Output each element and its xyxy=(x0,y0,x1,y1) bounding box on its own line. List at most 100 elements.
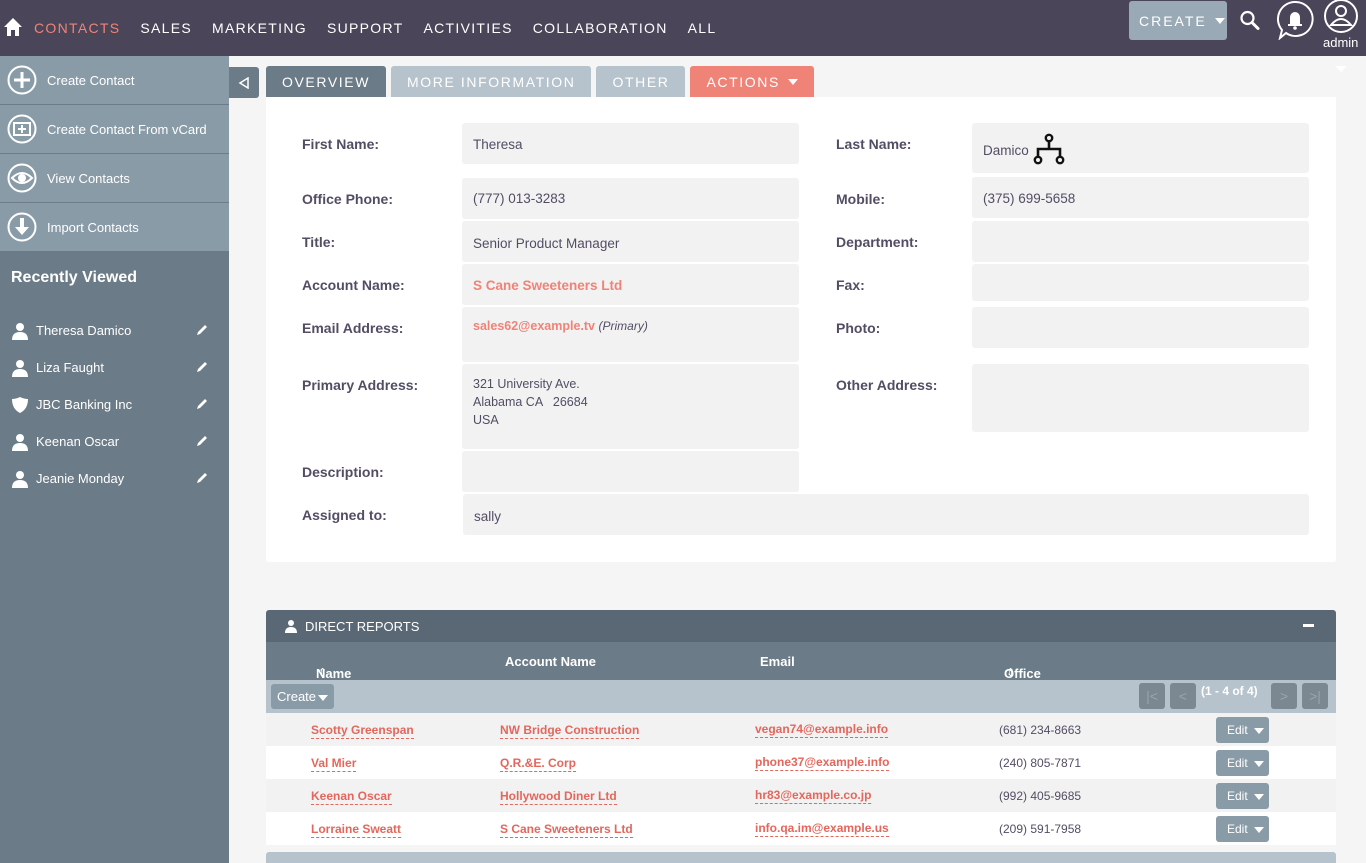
sidebar-create-contact-vcard[interactable]: Create Contact From vCard xyxy=(0,105,229,154)
notification-bell-icon[interactable] xyxy=(1276,0,1314,40)
tab-overview[interactable]: OVERVIEW xyxy=(266,66,387,97)
recently-viewed-list: Theresa Damico Liza Faught JBC Banking I… xyxy=(0,312,229,497)
office-phone-label: Office Phone: xyxy=(302,191,394,207)
collapse-minus-icon[interactable] xyxy=(1303,624,1314,627)
row-edit-button[interactable]: Edit xyxy=(1216,750,1269,776)
sort-icon[interactable]: ⇕ xyxy=(1006,666,1015,679)
pencil-icon[interactable] xyxy=(195,434,209,448)
fax-field[interactable] xyxy=(972,264,1309,301)
recent-item-label: Liza Faught xyxy=(36,360,104,375)
tab-other[interactable]: OTHER xyxy=(596,66,686,97)
first-page-button[interactable]: |< xyxy=(1139,683,1165,709)
org-chart-icon[interactable] xyxy=(1032,133,1066,167)
pencil-icon[interactable] xyxy=(195,397,209,411)
create-button[interactable]: CREATE xyxy=(1129,1,1227,40)
nav-activities[interactable]: ACTIVITIES xyxy=(423,20,512,36)
create-direct-report-button[interactable]: Create xyxy=(271,684,334,709)
user-name[interactable]: admin xyxy=(1323,35,1358,50)
row-account-link[interactable]: NW Bridge Construction xyxy=(500,723,640,739)
pencil-icon[interactable] xyxy=(195,360,209,374)
chevron-down-icon xyxy=(1253,761,1264,767)
email-link[interactable]: sales62@example.tv xyxy=(473,319,595,333)
tab-actions[interactable]: ACTIONS xyxy=(690,66,814,97)
search-icon[interactable] xyxy=(1239,9,1261,31)
row-edit-button[interactable]: Edit xyxy=(1216,783,1269,809)
create-label: CREATE xyxy=(1139,12,1207,29)
row-name-link[interactable]: Keenan Oscar xyxy=(311,789,392,805)
primary-address-field[interactable]: 321 University Ave. Alabama CA 26684 USA xyxy=(462,364,799,449)
eye-icon xyxy=(7,163,37,193)
address-line: Alabama CA 26684 xyxy=(473,395,588,409)
sidebar-create-contact[interactable]: Create Contact xyxy=(0,56,229,105)
table-row: Lorraine Sweatt S Cane Sweeteners Ltd in… xyxy=(266,812,1336,845)
sidebar-action-label: Create Contact From vCard xyxy=(47,121,207,137)
recent-item[interactable]: Theresa Damico xyxy=(0,312,229,349)
nav-sales[interactable]: SALES xyxy=(140,20,192,36)
last-name-value: Damico xyxy=(983,143,1029,158)
mobile-field[interactable]: (375) 699-5658 xyxy=(972,177,1309,218)
pencil-icon[interactable] xyxy=(195,323,209,337)
sidebar-view-contacts[interactable]: View Contacts xyxy=(0,154,229,203)
tab-more-information[interactable]: MORE INFORMATION xyxy=(391,66,592,97)
last-name-label: Last Name: xyxy=(836,136,912,152)
assigned-to-field[interactable]: sally xyxy=(463,494,1309,535)
pencil-icon[interactable] xyxy=(195,471,209,485)
row-account-link[interactable]: Q.R.&E. Corp xyxy=(500,756,577,772)
description-field[interactable] xyxy=(462,451,799,492)
row-name-link[interactable]: Val Mier xyxy=(311,756,357,772)
recent-item-label: JBC Banking Inc xyxy=(36,397,133,412)
row-edit-button[interactable]: Edit xyxy=(1216,717,1269,743)
row-name-link[interactable]: Scotty Greenspan xyxy=(311,723,414,739)
row-edit-button[interactable]: Edit xyxy=(1216,816,1269,842)
title-field[interactable]: Senior Product Manager xyxy=(462,221,799,262)
recent-item[interactable]: JBC Banking Inc xyxy=(0,386,229,423)
recent-item[interactable]: Liza Faught xyxy=(0,349,229,386)
nav-marketing[interactable]: MARKETING xyxy=(212,20,307,36)
row-account-link[interactable]: S Cane Sweeteners Ltd xyxy=(500,822,633,838)
first-name-field[interactable]: Theresa xyxy=(462,123,799,164)
sort-icon[interactable]: ⇕ xyxy=(318,666,327,679)
collapse-sidebar-button[interactable] xyxy=(229,67,259,98)
row-phone: (240) 805-7871 xyxy=(999,756,1082,770)
last-page-button[interactable]: >| xyxy=(1302,683,1328,709)
nav-all[interactable]: ALL xyxy=(688,20,717,36)
prev-page-button[interactable]: < xyxy=(1170,683,1196,709)
row-email-link[interactable]: vegan74@example.info xyxy=(755,722,889,738)
edit-label: Edit xyxy=(1227,789,1248,803)
row-name-link[interactable]: Lorraine Sweatt xyxy=(311,822,402,838)
chevron-down-icon xyxy=(1253,827,1264,833)
last-name-field[interactable]: Damico xyxy=(972,123,1309,173)
chevron-down-icon xyxy=(318,694,329,701)
table-row: Scotty Greenspan NW Bridge Construction … xyxy=(266,713,1336,746)
nav-contacts[interactable]: CONTACTS xyxy=(34,20,120,36)
user-menu-caret-icon[interactable] xyxy=(1335,66,1347,72)
address-line: USA xyxy=(473,413,499,427)
row-email-link[interactable]: hr83@example.co.jp xyxy=(755,788,872,804)
edit-label: Edit xyxy=(1227,822,1248,836)
row-email-link[interactable]: info.qa.im@example.us xyxy=(755,821,889,837)
table-header: Name⇕ Account Name Email Office Phone⇕ xyxy=(266,642,1336,696)
user-avatar-icon[interactable] xyxy=(1323,0,1359,34)
office-phone-field[interactable]: (777) 013-3283 xyxy=(462,178,799,219)
nav-support[interactable]: SUPPORT xyxy=(327,20,404,36)
department-field[interactable] xyxy=(972,221,1309,262)
account-name-link[interactable]: S Cane Sweeteners Ltd xyxy=(473,278,622,293)
top-navigation: CONTACTS SALES MARKETING SUPPORT ACTIVIT… xyxy=(0,0,1366,56)
table-row: Keenan Oscar Hollywood Diner Ltd hr83@ex… xyxy=(266,779,1336,812)
recent-item[interactable]: Jeanie Monday xyxy=(0,460,229,497)
recent-item[interactable]: Keenan Oscar xyxy=(0,423,229,460)
next-page-button[interactable]: > xyxy=(1271,683,1297,709)
sidebar-import-contacts[interactable]: Import Contacts xyxy=(0,203,229,251)
row-account-link[interactable]: Hollywood Diner Ltd xyxy=(500,789,617,805)
activities-subpanel-header[interactable] xyxy=(266,852,1336,863)
row-email-link[interactable]: phone37@example.info xyxy=(755,755,890,771)
person-icon xyxy=(12,322,28,340)
photo-field[interactable] xyxy=(972,307,1309,348)
first-name-label: First Name: xyxy=(302,136,380,152)
home-icon[interactable] xyxy=(3,17,23,37)
chevron-down-icon xyxy=(1253,728,1264,734)
other-address-field[interactable] xyxy=(972,364,1309,432)
nav-collaboration[interactable]: COLLABORATION xyxy=(533,20,668,36)
direct-reports-header[interactable]: DIRECT REPORTS xyxy=(266,610,1336,642)
row-phone: (992) 405-9685 xyxy=(999,789,1082,803)
